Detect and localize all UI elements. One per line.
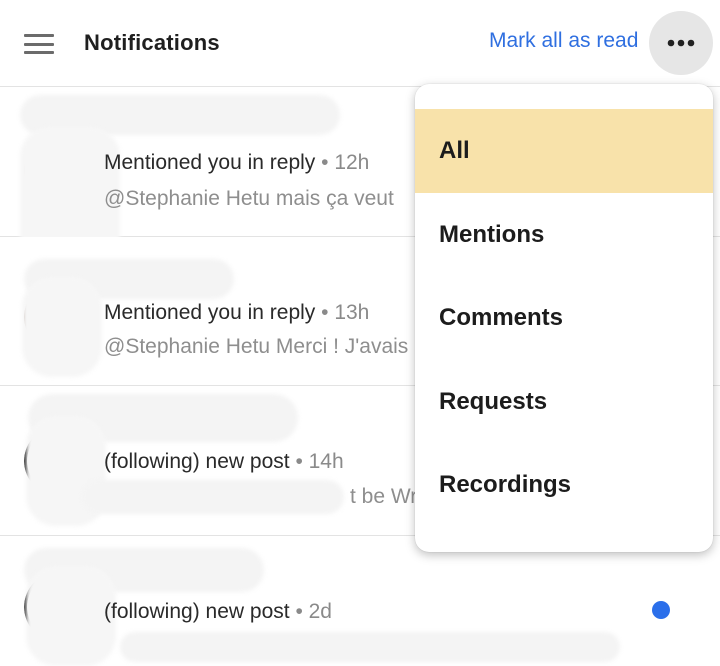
menu-item-requests[interactable]: Requests [415, 360, 713, 444]
top-bar: Notifications Mark all as read [0, 0, 720, 87]
notification-action: Mentioned you in reply • 12h [104, 151, 370, 174]
redaction-scribble [26, 566, 116, 666]
menu-item-recordings[interactable]: Recordings [415, 443, 713, 527]
menu-item-all[interactable]: All [415, 109, 713, 193]
notification-action: Mentioned you in reply • 13h [104, 301, 370, 324]
notification-row[interactable]: (following) new post • 2d [0, 536, 720, 666]
page-title: Notifications [84, 30, 220, 55]
redaction-scribble [82, 480, 344, 514]
notification-action: (following) new post • 14h [104, 450, 344, 473]
more-options-button[interactable] [649, 11, 713, 75]
menu-item-comments[interactable]: Comments [415, 276, 713, 360]
redaction-scribble [120, 632, 620, 662]
notification-preview: @Stephanie Hetu Merci ! J'avais [104, 335, 409, 358]
notification-preview: @Stephanie Hetu mais ça veut [104, 187, 394, 210]
notification-action: (following) new post • 2d [104, 600, 332, 623]
redaction-scribble [22, 277, 102, 377]
menu-item-mentions[interactable]: Mentions [415, 193, 713, 277]
more-horiz-icon [667, 39, 695, 47]
unread-dot [652, 601, 670, 619]
hamburger-icon[interactable] [24, 34, 54, 54]
mark-all-read-link[interactable]: Mark all as read [489, 29, 638, 53]
filter-dropdown-menu: All Mentions Comments Requests Recording… [415, 84, 713, 552]
